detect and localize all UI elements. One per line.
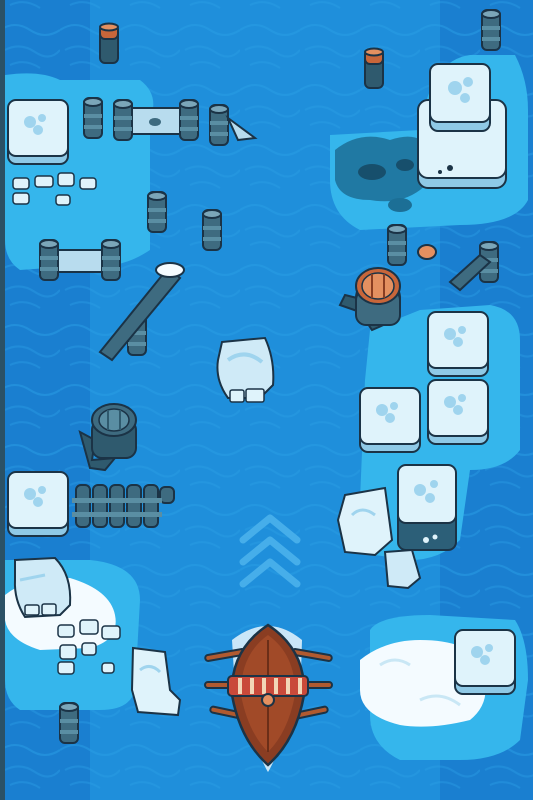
ice-shard-right-lower bbox=[336, 486, 394, 557]
post-left-3 bbox=[202, 209, 222, 251]
post-bottom-left bbox=[59, 702, 79, 744]
ice-block-right-mid-top bbox=[427, 311, 489, 377]
ice-block-right-mid-right bbox=[427, 379, 489, 445]
ice-block-left-top bbox=[7, 99, 69, 165]
post-orange-top-right bbox=[364, 47, 384, 89]
ice-block-right-mid-left bbox=[359, 387, 421, 453]
buoy-small bbox=[417, 244, 437, 260]
game-scene[interactable] bbox=[0, 0, 533, 800]
river-level bbox=[0, 0, 533, 800]
post-left-1 bbox=[83, 97, 103, 139]
ice-block-right-lower bbox=[397, 464, 457, 551]
ice-block-left-mid bbox=[7, 471, 69, 537]
post-orange-top-left bbox=[99, 22, 119, 64]
post-right-1 bbox=[387, 224, 407, 266]
post-top-right-corner bbox=[481, 9, 501, 51]
ice-rock-left-bottom bbox=[13, 556, 72, 619]
ice-block-right-bottom bbox=[454, 629, 516, 695]
log-raft bbox=[72, 484, 175, 528]
post-left-2 bbox=[147, 191, 167, 233]
ice-floe-center bbox=[216, 336, 275, 403]
